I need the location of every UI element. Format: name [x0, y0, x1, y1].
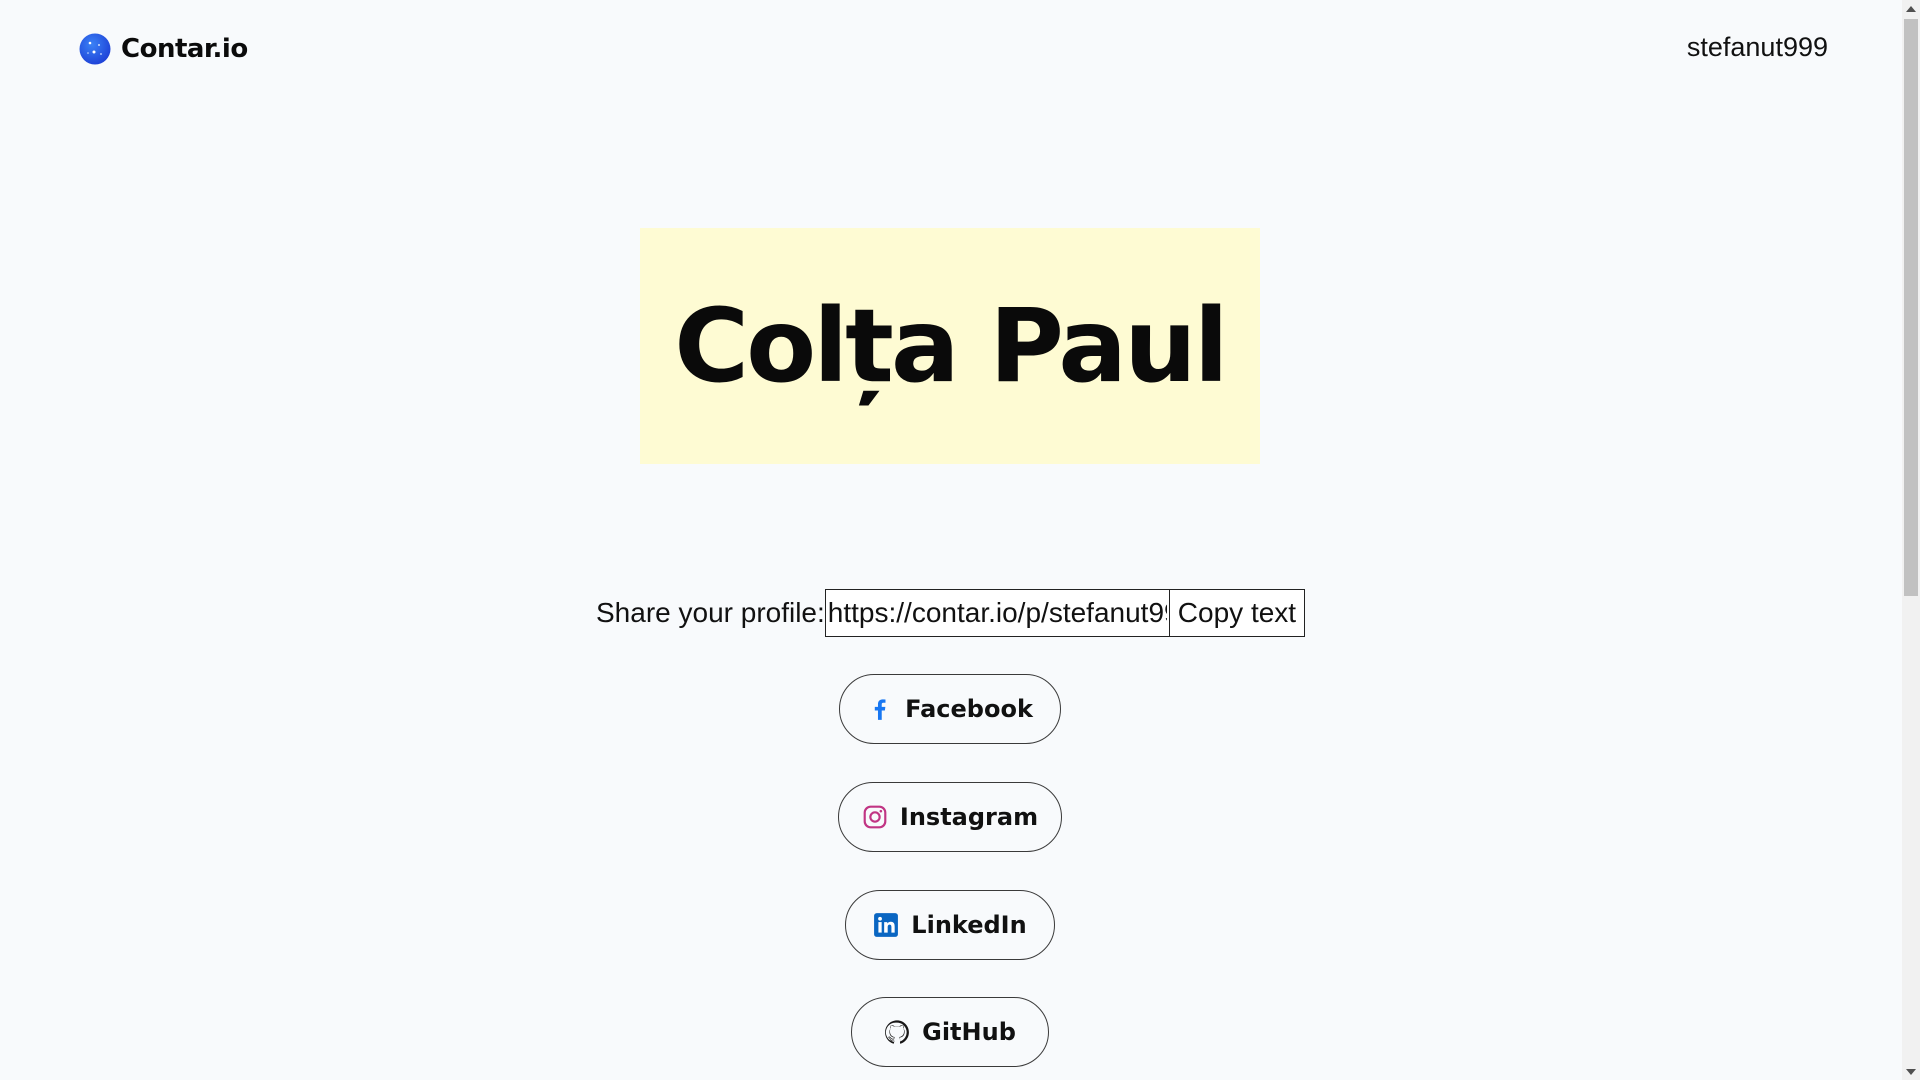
facebook-label: Facebook [905, 695, 1033, 723]
scroll-up-arrow[interactable] [1902, 0, 1920, 17]
github-link-button[interactable]: GitHub [851, 997, 1049, 1067]
github-icon [885, 1020, 910, 1044]
profile-name-banner: Colța Paul [640, 228, 1260, 464]
share-profile-label: Share your profile: [596, 597, 825, 628]
brand-name: Contar.io [121, 34, 248, 64]
linkedin-icon [874, 913, 899, 937]
share-profile-row: Share your profile: Copy text [596, 589, 1306, 637]
github-label: GitHub [922, 1018, 1016, 1046]
scroll-down-arrow[interactable] [1902, 1063, 1920, 1080]
profile-page: Contar.io stefanut999 Colța Paul Share y… [0, 0, 1920, 1080]
instagram-link-button[interactable]: Instagram [838, 782, 1062, 852]
brand-home-link[interactable]: Contar.io [79, 33, 248, 65]
instagram-label: Instagram [899, 803, 1039, 831]
top-header: Contar.io stefanut999 [0, 0, 1900, 100]
facebook-link-button[interactable]: Facebook [839, 674, 1061, 744]
caret-up-icon [1906, 5, 1916, 12]
caret-down-icon [1906, 1068, 1916, 1075]
profile-url-field[interactable] [824, 589, 1169, 637]
user-menu[interactable]: stefanut999 [1687, 32, 1828, 63]
instagram-icon [863, 805, 887, 829]
linkedin-label: LinkedIn [911, 911, 1027, 939]
linkedin-link-button[interactable]: LinkedIn [845, 890, 1055, 960]
facebook-icon [874, 699, 886, 720]
profile-display-name: Colța Paul [674, 286, 1228, 406]
globe-logo-icon [79, 33, 111, 65]
vertical-scrollbar[interactable] [1902, 0, 1920, 1080]
scrollbar-thumb[interactable] [1904, 19, 1918, 596]
copy-text-button[interactable]: Copy text [1168, 589, 1306, 637]
